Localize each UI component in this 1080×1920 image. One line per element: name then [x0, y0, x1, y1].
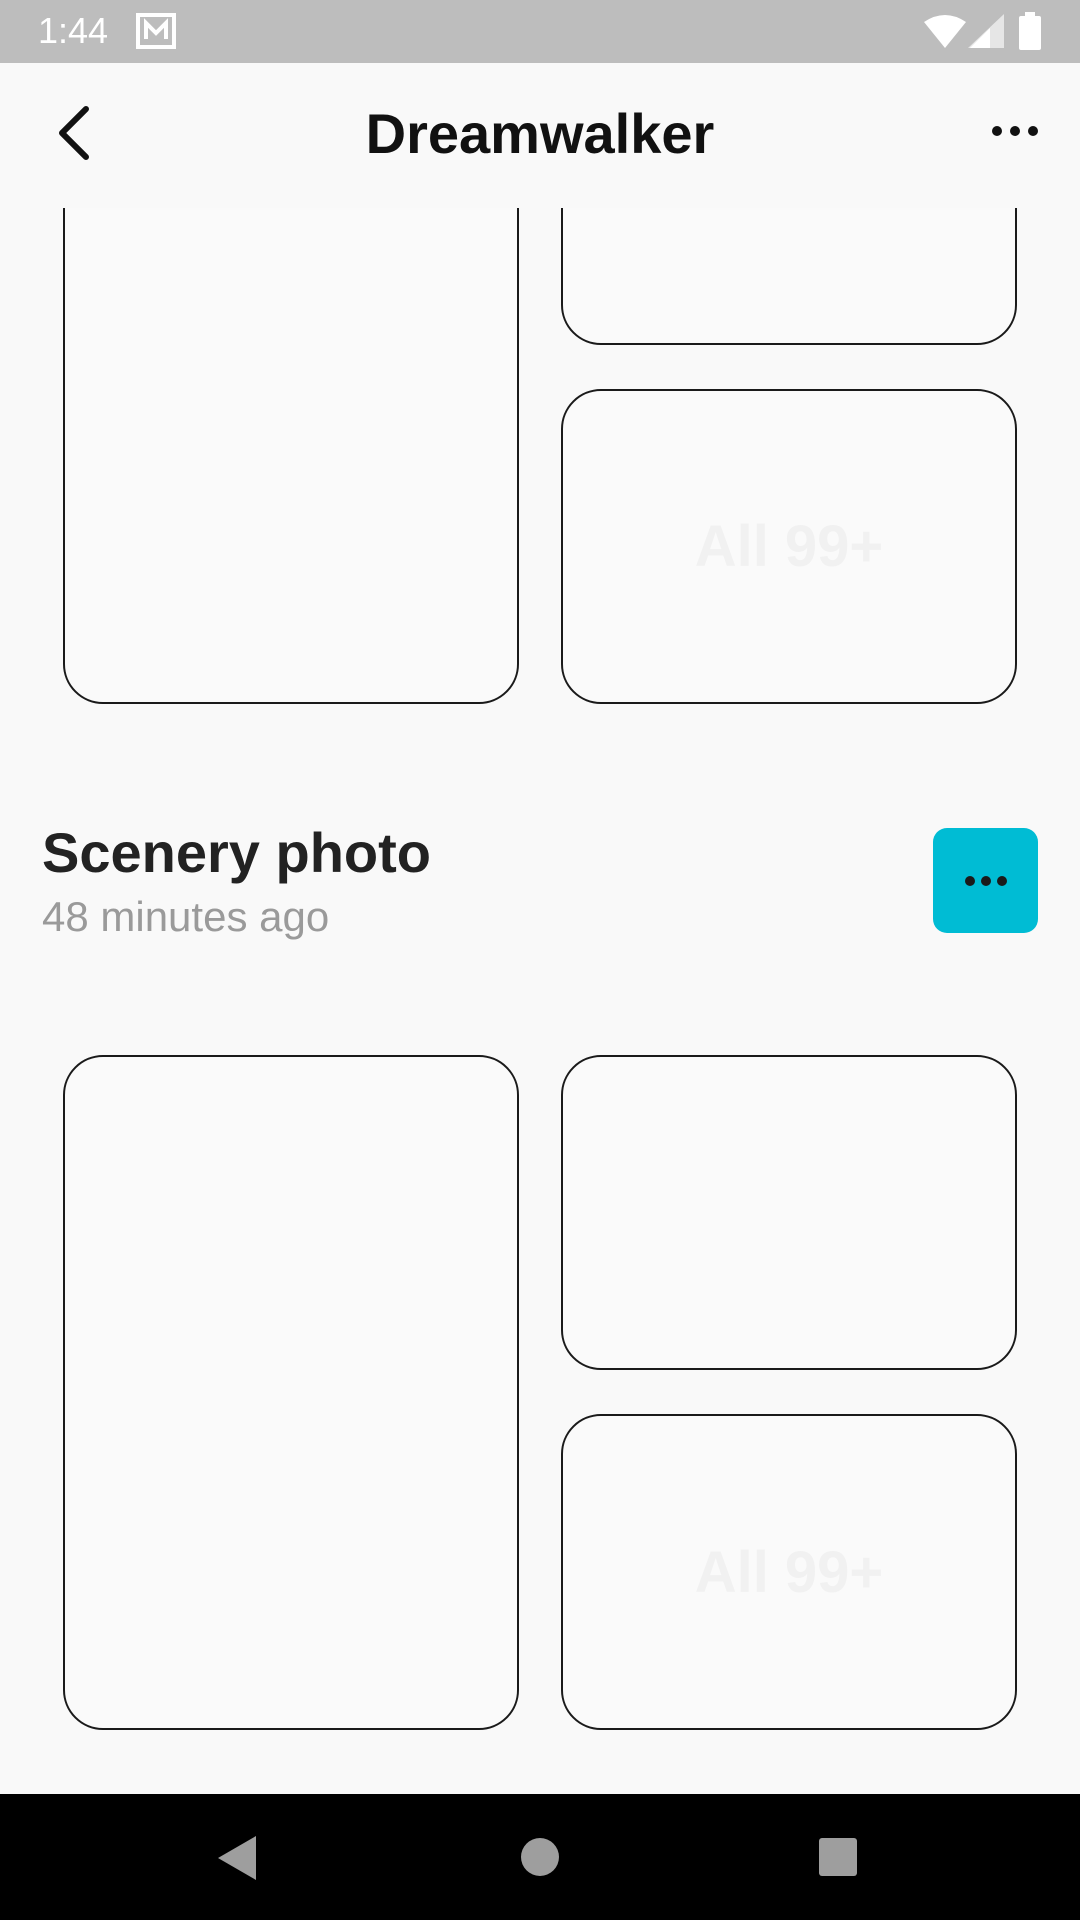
nav-recents-icon[interactable]: [817, 1836, 859, 1883]
wifi-icon: [924, 14, 966, 53]
more-dots-icon: [992, 126, 1038, 136]
album-2-all-photos[interactable]: All 99+: [561, 1414, 1017, 1730]
album-1-count-label: All 99+: [694, 514, 884, 579]
more-dots-icon: [964, 875, 1007, 886]
app-bar: Dreamwalker: [0, 63, 1080, 208]
signal-icon: [968, 14, 1004, 53]
mail-icon: [136, 13, 176, 54]
album-2-photo-top[interactable]: [561, 1055, 1017, 1370]
status-time: 1:44: [38, 10, 109, 51]
status-bar: 1:44: [0, 0, 1080, 63]
system-nav-bar: [0, 1794, 1080, 1920]
album-2-title: Scenery photo: [42, 821, 431, 884]
more-options-button[interactable]: [990, 111, 1040, 151]
album-1-grid: All 99+: [0, 208, 1080, 728]
album-1-all-photos[interactable]: All 99+: [561, 389, 1017, 704]
page-title: Dreamwalker: [365, 102, 715, 165]
album-1-photo-large[interactable]: [63, 208, 519, 704]
battery-icon: [1019, 12, 1041, 55]
album-2-menu-button[interactable]: [933, 828, 1038, 933]
nav-back-icon[interactable]: [216, 1836, 260, 1885]
album-1-photo-top[interactable]: [561, 208, 1017, 345]
album-2-count-label: All 99+: [694, 1539, 884, 1605]
album-2-timestamp: 48 minutes ago: [42, 893, 330, 940]
album-2-photo-large[interactable]: [63, 1055, 519, 1730]
nav-home-icon[interactable]: [519, 1836, 561, 1883]
